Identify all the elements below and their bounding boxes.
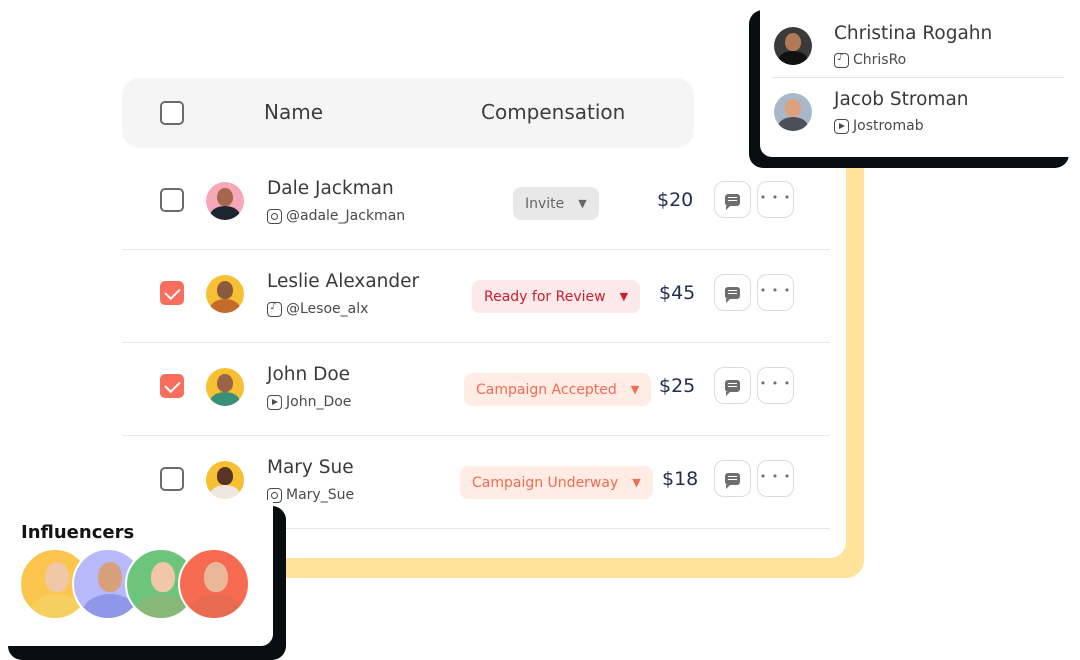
youtube-icon — [267, 394, 282, 410]
avatar — [206, 182, 244, 220]
row-checkbox[interactable] — [160, 188, 184, 212]
table-row: Leslie Alexander @Lesoe_alx Ready for Re… — [122, 250, 830, 343]
price: $18 — [662, 468, 699, 490]
row-checkbox[interactable] — [160, 374, 184, 398]
table-row: Dale Jackman @adale_Jackman Invite ▼ $20… — [122, 157, 830, 250]
influencer-name: Jacob Stroman — [834, 89, 969, 110]
influencer-handle: John_Doe — [267, 394, 351, 410]
caret-down-icon: ▼ — [632, 476, 641, 489]
caret-down-icon: ▼ — [630, 383, 640, 396]
influencer-name[interactable]: John Doe — [267, 364, 350, 385]
popover-item[interactable]: Jacob Stroman Jostromab — [772, 78, 1064, 144]
status-dropdown[interactable]: Ready for Review ▼ — [472, 280, 641, 313]
more-icon: • • • — [759, 470, 792, 483]
instagram-icon — [267, 208, 282, 224]
influencer-name[interactable]: Leslie Alexander — [267, 271, 419, 292]
caret-down-icon: ▼ — [578, 197, 587, 210]
avatar — [206, 275, 244, 313]
influencer-handle: Jostromab — [834, 118, 924, 134]
chat-icon — [725, 193, 740, 210]
influencer-name: Christina Rogahn — [834, 23, 993, 44]
influencer-popover: Christina Rogahn ChrisRo Jacob Stroman J… — [760, 0, 1080, 157]
column-header-name[interactable]: Name — [264, 100, 323, 124]
influencer-handle: ChrisRo — [834, 52, 906, 68]
avatar — [206, 368, 244, 406]
more-icon: • • • — [759, 377, 792, 390]
avatar — [774, 93, 812, 131]
popover-item[interactable]: Christina Rogahn ChrisRo — [772, 12, 1064, 78]
table-header: Name Compensation — [122, 78, 694, 148]
tiktok-icon — [834, 52, 849, 68]
more-button[interactable]: • • • — [757, 274, 794, 311]
price: $45 — [659, 282, 696, 304]
more-button[interactable]: • • • — [757, 367, 794, 404]
chat-button[interactable] — [714, 181, 751, 218]
influencer-name[interactable]: Mary Sue — [267, 457, 354, 478]
avatar[interactable] — [178, 548, 250, 620]
influencer-handle: @Lesoe_alx — [267, 301, 368, 317]
influencer-name[interactable]: Dale Jackman — [267, 178, 394, 199]
price: $25 — [659, 375, 696, 397]
chat-icon — [725, 472, 740, 489]
status-dropdown[interactable]: Invite ▼ — [513, 187, 599, 220]
influencer-handle: @adale_Jackman — [267, 208, 405, 224]
chat-button[interactable] — [714, 460, 751, 497]
row-checkbox[interactable] — [160, 467, 184, 491]
column-header-compensation[interactable]: Compensation — [481, 100, 625, 124]
caret-down-icon: ▼ — [619, 290, 629, 303]
chat-button[interactable] — [714, 367, 751, 404]
more-button[interactable]: • • • — [757, 460, 794, 497]
chat-button[interactable] — [714, 274, 751, 311]
avatar — [774, 27, 812, 65]
influencers-card: Influencers — [0, 500, 273, 646]
status-dropdown[interactable]: Campaign Accepted ▼ — [464, 373, 652, 406]
status-dropdown[interactable]: Campaign Underway ▼ — [460, 466, 653, 499]
youtube-icon — [834, 118, 849, 134]
select-all-checkbox[interactable] — [160, 101, 184, 125]
more-icon: • • • — [759, 284, 792, 297]
influencers-title: Influencers — [21, 522, 135, 543]
chat-icon — [725, 286, 740, 303]
row-checkbox[interactable] — [160, 281, 184, 305]
more-icon: • • • — [759, 191, 792, 204]
more-button[interactable]: • • • — [757, 181, 794, 218]
influencer-handle: Mary_Sue — [267, 487, 354, 503]
avatar — [206, 461, 244, 499]
tiktok-icon — [267, 301, 282, 317]
chat-icon — [725, 379, 740, 396]
table-row: John Doe John_Doe Campaign Accepted ▼ $2… — [122, 343, 830, 436]
price: $20 — [657, 189, 694, 211]
